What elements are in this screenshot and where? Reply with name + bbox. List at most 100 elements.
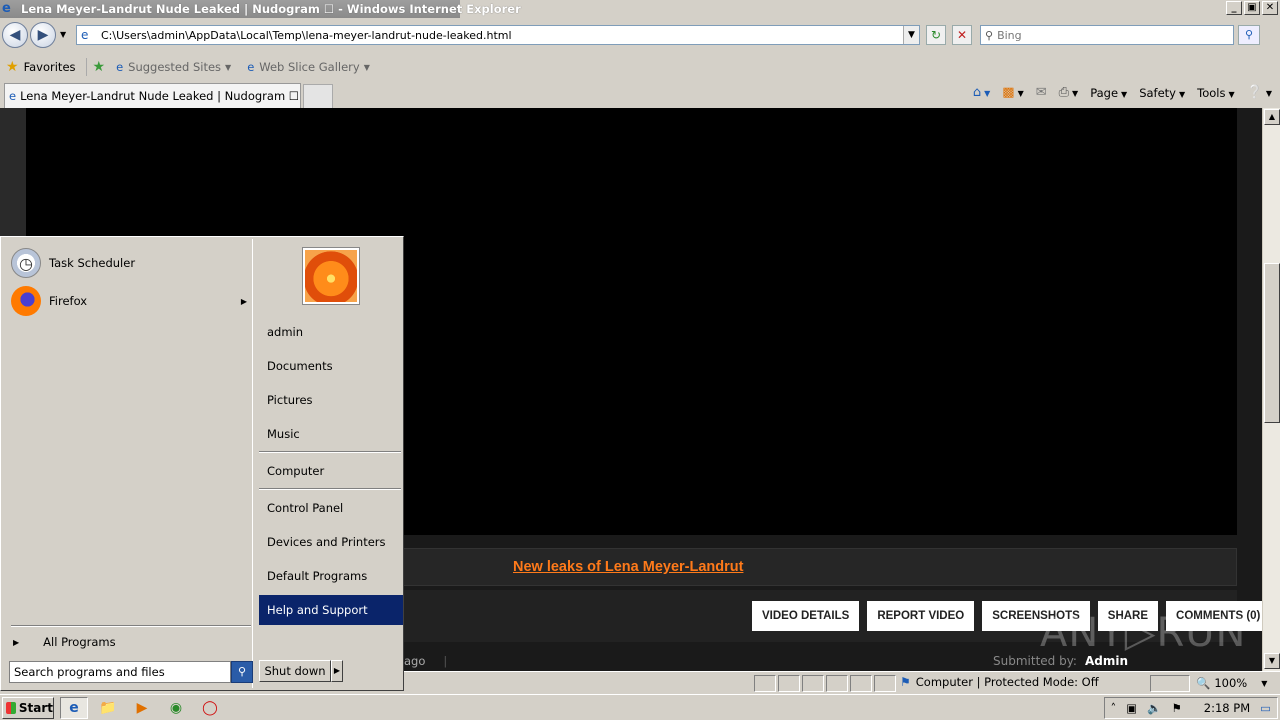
expand-arrow-icon: ▶ [13,637,20,647]
page-menu[interactable]: Page ▼ [1090,86,1127,100]
protected-mode-cell[interactable] [1150,675,1190,692]
menu-item-devices-printers[interactable]: Devices and Printers [259,527,403,557]
tab-active[interactable]: e Lena Meyer-Landrut Nude Leaked | Nudog… [4,83,301,108]
dropdown-icon: ▼ [225,62,232,72]
taskbar-media-player-icon[interactable]: ▶ [128,697,156,719]
status-cell [874,675,896,692]
search-placeholder: Bing [997,28,1022,42]
address-bar[interactable]: e C:\Users\admin\AppData\Local\Temp\lena… [76,25,920,45]
window-title: Lena Meyer-Landrut Nude Leaked | Nudogra… [21,2,521,16]
computer-zone-icon: ⚑ [900,675,911,689]
program-firefox[interactable]: Firefox ▶ [11,285,251,317]
suggested-sites-label: Suggested Sites [128,60,222,74]
scroll-thumb[interactable] [1264,263,1280,423]
add-favorite-button[interactable]: ★ [93,59,111,75]
submitted-label: Submitted by: [993,654,1077,668]
user-avatar[interactable] [303,248,359,304]
restore-button[interactable]: ▣ [1244,1,1260,15]
favorites-button[interactable]: ★ Favorites [6,59,76,75]
page-icon: e [81,28,89,42]
search-icon: ⚲ [985,28,994,42]
read-mail-icon[interactable]: ✉ [1036,85,1047,100]
home-icon[interactable]: ⌂ ▼ [973,85,990,100]
address-dropdown-icon[interactable]: ▼ [903,26,919,44]
ie-page-icon: e [116,60,124,74]
all-programs-button[interactable]: ▶ All Programs [13,635,116,649]
taskbar-chrome-icon[interactable]: ◉ [162,697,190,719]
add-favorite-icon: ★ [92,59,106,75]
clock[interactable]: 2:18 PM [1204,701,1250,715]
status-cell [754,675,776,692]
new-leaks-link[interactable]: New leaks of Lena Meyer-Landrut [513,559,743,575]
scroll-down-button[interactable]: ▼ [1264,653,1280,669]
menu-item-pictures[interactable]: Pictures [259,385,403,415]
web-slice-label: Web Slice Gallery [259,60,360,74]
navigation-bar: ◀ ▶ ▼ e C:\Users\admin\AppData\Local\Tem… [0,20,1280,52]
security-zone[interactable]: ⚑ Computer | Protected Mode: Off [900,675,1099,689]
taskbar-opera-icon[interactable]: ◯ [196,697,224,719]
menu-item-documents[interactable]: Documents [259,351,403,381]
address-url[interactable]: C:\Users\admin\AppData\Local\Temp\lena-m… [101,29,512,42]
vertical-scrollbar[interactable]: ▲ ▼ [1262,108,1280,671]
video-details-button[interactable]: VIDEO DETAILS [752,601,860,631]
status-cell [778,675,800,692]
suggested-sites-button[interactable]: e Suggested Sites ▼ [116,60,231,74]
clock-icon: ◷ [11,248,41,278]
search-box[interactable]: ⚲ Bing [980,25,1234,45]
tools-menu[interactable]: Tools ▼ [1197,86,1235,100]
start-search-button[interactable]: ⚲ [231,661,253,683]
new-tab-button[interactable] [303,84,333,108]
shutdown-button[interactable]: Shut down [259,660,331,682]
submenu-arrow-icon: ▶ [240,296,247,306]
help-icon[interactable]: ❔ ▼ [1247,85,1272,100]
start-search-input[interactable]: Search programs and files [9,661,231,683]
report-video-button[interactable]: REPORT VIDEO [867,601,975,631]
program-label: Firefox [49,294,88,308]
menu-item-default-programs[interactable]: Default Programs [259,561,403,591]
network-icon[interactable]: ▣ [1126,701,1137,715]
show-desktop-icon[interactable]: ▭ [1260,701,1271,715]
refresh-button[interactable]: ↻ [926,25,946,45]
scroll-up-button[interactable]: ▲ [1264,109,1280,125]
taskbar-explorer-icon[interactable]: 📁 [94,697,122,719]
start-menu: ◷ Task Scheduler Firefox ▶ ▶ All Program… [0,236,404,691]
stop-button[interactable]: ✕ [952,25,972,45]
dropdown-icon: ▼ [1261,678,1268,688]
submitted-by: Submitted by: Admin [993,654,1128,668]
print-icon[interactable]: ⎙ ▼ [1059,85,1079,100]
ie-tab-icon: e [9,89,17,103]
ie-icon: e [2,1,11,16]
program-task-scheduler[interactable]: ◷ Task Scheduler [11,247,251,279]
menu-item-computer[interactable]: Computer [259,456,403,486]
feeds-icon[interactable]: ▩ ▼ [1002,85,1023,100]
submitted-user[interactable]: Admin [1085,654,1128,668]
history-dropdown-icon[interactable]: ▼ [60,30,66,39]
start-button[interactable]: Start [2,696,54,719]
action-center-icon[interactable]: ⚑ [1171,701,1181,715]
start-label: Start [18,700,53,715]
forward-button[interactable]: ▶ [30,22,56,48]
taskbar: Start e 📁 ▶ ◉ ◯ ˄ ▣ 🔈 ⚑ 2:18 PM ▭ [0,694,1280,720]
zoom-control[interactable]: 🔍 100% ▼ [1196,676,1267,690]
taskbar-ie-icon[interactable]: e [60,696,88,719]
web-slice-gallery-button[interactable]: e Web Slice Gallery ▼ [247,60,370,74]
volume-icon[interactable]: 🔈 [1147,701,1161,715]
command-bar: ⌂ ▼ ▩ ▼ ✉ ⎙ ▼ Page ▼ Safety ▼ Tools ▼ ❔ ▼ [973,85,1272,100]
menu-item-help-support[interactable]: Help and Support [259,595,403,625]
status-cell [826,675,848,692]
close-button[interactable]: ✕ [1262,1,1278,15]
zoom-icon: 🔍 [1196,676,1211,690]
tray-expand-icon[interactable]: ˄ [1111,701,1117,715]
shutdown-options-button[interactable]: ▶ [331,660,343,682]
menu-item-admin[interactable]: admin [259,317,403,347]
safety-menu[interactable]: Safety ▼ [1139,86,1185,100]
back-button[interactable]: ◀ [2,22,28,48]
menu-item-music[interactable]: Music [259,419,403,449]
back-arrow-icon: ◀ [9,27,21,43]
divider [85,58,87,76]
star-icon: ★ [6,59,19,75]
search-go-button[interactable]: ⚲ [1238,25,1260,45]
upload-time: ago | [404,654,448,668]
menu-item-control-panel[interactable]: Control Panel [259,493,403,523]
minimize-button[interactable]: _ [1226,1,1242,15]
